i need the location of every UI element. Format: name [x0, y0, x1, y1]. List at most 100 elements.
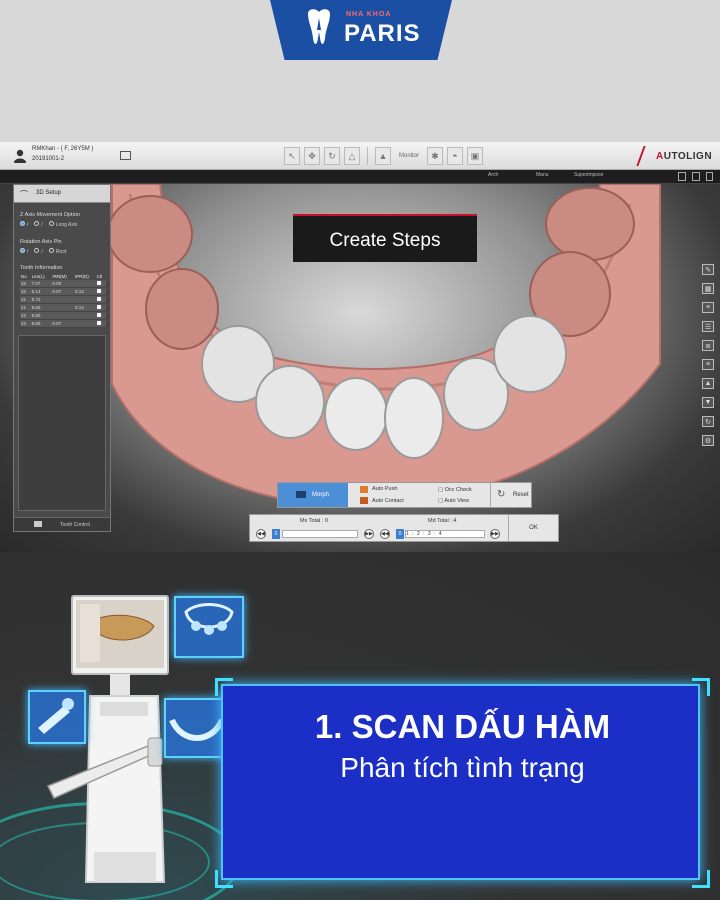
col-irr-m: IRR(M)	[52, 274, 67, 279]
col-len: Len(L)	[31, 274, 45, 279]
molar-right-back	[545, 187, 635, 261]
tooth-icon[interactable]: ◓	[447, 147, 464, 165]
step-title: 1. SCAN DẤU HÀM	[314, 708, 611, 745]
ok-button[interactable]: OK	[508, 515, 558, 541]
mx-next-button[interactable]: ▶▶	[364, 529, 374, 539]
mx-prev-button[interactable]: ◀◀	[256, 529, 266, 539]
corner-bracket-tl	[215, 678, 233, 696]
photo-icon[interactable]	[120, 151, 131, 160]
monitor-label[interactable]: Monitor	[395, 153, 423, 159]
monitor-icon[interactable]: ▲	[375, 147, 391, 165]
patient-name: RMKhan - ( F, 26Y5M )	[32, 146, 94, 152]
md-prev-button[interactable]: ◀◀	[380, 529, 390, 539]
pen-tool-icon[interactable]: ✎	[702, 264, 714, 275]
auto-contact-icon	[360, 497, 368, 504]
corner-bracket-br	[692, 870, 710, 888]
create-steps-label: Create Steps	[329, 230, 441, 251]
row-checkbox[interactable]	[96, 289, 101, 293]
z-axis-option-long[interactable]: Long Axis	[48, 221, 77, 228]
table-row[interactable]: 43 6.60 0.07	[20, 319, 106, 328]
shield-icon[interactable]: ▼	[702, 397, 714, 408]
md-current-step[interactable]: 0	[396, 529, 404, 539]
md-total-label: Md Total : 4	[428, 518, 457, 524]
auto-contact-button[interactable]: Auto Contact	[372, 498, 404, 504]
auto-push-icon	[360, 486, 368, 493]
morph-button[interactable]: Morph	[278, 483, 348, 507]
select-tool-icon[interactable]: ↖	[284, 147, 300, 165]
panel-title: 3D Setup	[36, 190, 62, 196]
arch-scan-icon	[169, 718, 225, 741]
auto-view-toggle[interactable]: ▢ Auto View	[438, 498, 469, 504]
row-checkbox[interactable]	[96, 305, 101, 309]
md-next-button[interactable]: ▶▶	[490, 529, 500, 539]
col-ctl: Ctl	[96, 274, 103, 279]
brand-banner: NHA KHOA PARIS	[270, 0, 452, 60]
logo-accent-line	[636, 146, 646, 166]
mx-current-step[interactable]: 0	[272, 529, 280, 539]
z-axis-options: / / Long Axis	[20, 221, 77, 228]
layer-icon[interactable]: ≡	[702, 302, 714, 313]
table-row[interactable]: 31 5.72	[20, 295, 106, 304]
row-checkbox[interactable]	[96, 297, 101, 301]
auto-push-button[interactable]: Auto Push	[372, 486, 397, 492]
settings-icon[interactable]: ⚙	[702, 435, 714, 446]
md-step-sequence[interactable]: 1 : 2 : 3 : 4	[406, 531, 443, 537]
tooth-info-table: No Len(L) IRR(M) IPR(D) Ctl 33 7.07 0.00 3…	[20, 273, 106, 328]
reset-icon: ↻	[497, 489, 506, 500]
measure-tool-icon[interactable]: △	[344, 147, 360, 165]
tooth-31	[384, 377, 444, 459]
occ-check-toggle[interactable]: ▢ Occ Check	[438, 487, 472, 493]
bug-icon[interactable]: ✱	[427, 147, 444, 165]
col-ipr-d: IPR(D)	[75, 274, 89, 279]
table-row[interactable]: 41 5.60 0.14	[20, 303, 106, 312]
panel-empty-area	[18, 335, 106, 511]
superimpose-option[interactable]: Superimpose	[574, 172, 603, 178]
move-tool-icon[interactable]: ✥	[304, 147, 320, 165]
tooth-42	[255, 365, 325, 439]
col-no: No	[21, 274, 27, 279]
single-view-icon[interactable]	[678, 172, 686, 181]
image-icon[interactable]: ▣	[467, 147, 484, 165]
morph-icon	[296, 491, 306, 498]
rotation-option-root[interactable]: Root	[48, 248, 66, 255]
rotate-tool-icon[interactable]: ↻	[324, 147, 340, 165]
row-checkbox[interactable]	[96, 313, 101, 317]
camera-icon	[34, 521, 42, 527]
table-row[interactable]: 33 7.07 0.00	[20, 280, 106, 288]
teeth-scan-icon	[184, 603, 234, 635]
triangle-up-icon[interactable]: ▲	[702, 378, 714, 389]
list-icon[interactable]: ≡	[702, 359, 714, 370]
title-bar: RMKhan - ( F, 26Y5M ) 20191001-2 ↖ ✥ ↻ △…	[0, 142, 720, 170]
table-row[interactable]: 42 5.50	[20, 311, 106, 320]
tooth-info-label: Tooth Information	[20, 265, 63, 271]
promo-section: 1. SCAN DẤU HÀM Phân tích tình trạng	[0, 552, 720, 900]
grid-icon[interactable]: ▦	[702, 283, 714, 294]
rotation-axis-label: Rotation Axis Pin	[20, 239, 62, 245]
holo-hand-scan	[28, 690, 86, 744]
tooth-control-label: Tooth Control	[60, 522, 90, 528]
patient-id: 20191001-2	[32, 156, 65, 162]
manu-option[interactable]: Manu	[536, 172, 549, 178]
z-axis-option-2[interactable]: /	[34, 221, 43, 228]
stack-icon[interactable]: ≣	[702, 340, 714, 351]
tooth-33	[493, 315, 567, 393]
z-axis-option-1[interactable]: /	[20, 221, 28, 228]
molar-left-back	[107, 195, 193, 273]
mx-step-track[interactable]	[282, 530, 358, 538]
view-options-bar: Arch Manu Superimpose	[0, 170, 720, 184]
arch-option[interactable]: Arch	[488, 172, 498, 178]
arch-icon: ⌒	[20, 190, 28, 199]
table-row[interactable]: 32 6.13 0.07 0.13	[20, 287, 106, 296]
reset-button[interactable]: ↻ Reset	[490, 483, 532, 507]
morph-control-bar: Morph Auto Push Auto Contact ▢ Occ Check…	[277, 482, 532, 508]
split-view-icon[interactable]	[692, 172, 700, 181]
rotation-option-1[interactable]: /	[20, 248, 28, 255]
align-icon[interactable]: ☰	[702, 321, 714, 332]
row-checkbox[interactable]	[96, 281, 101, 285]
quad-view-icon[interactable]	[706, 172, 713, 181]
tooth-control-button[interactable]: Tooth Control	[14, 517, 110, 531]
table-header-row: No Len(L) IRR(M) IPR(D) Ctl	[20, 273, 106, 280]
refresh-icon[interactable]: ↻	[702, 416, 714, 427]
rotation-option-2[interactable]: /	[34, 248, 43, 255]
row-checkbox[interactable]	[96, 321, 101, 325]
